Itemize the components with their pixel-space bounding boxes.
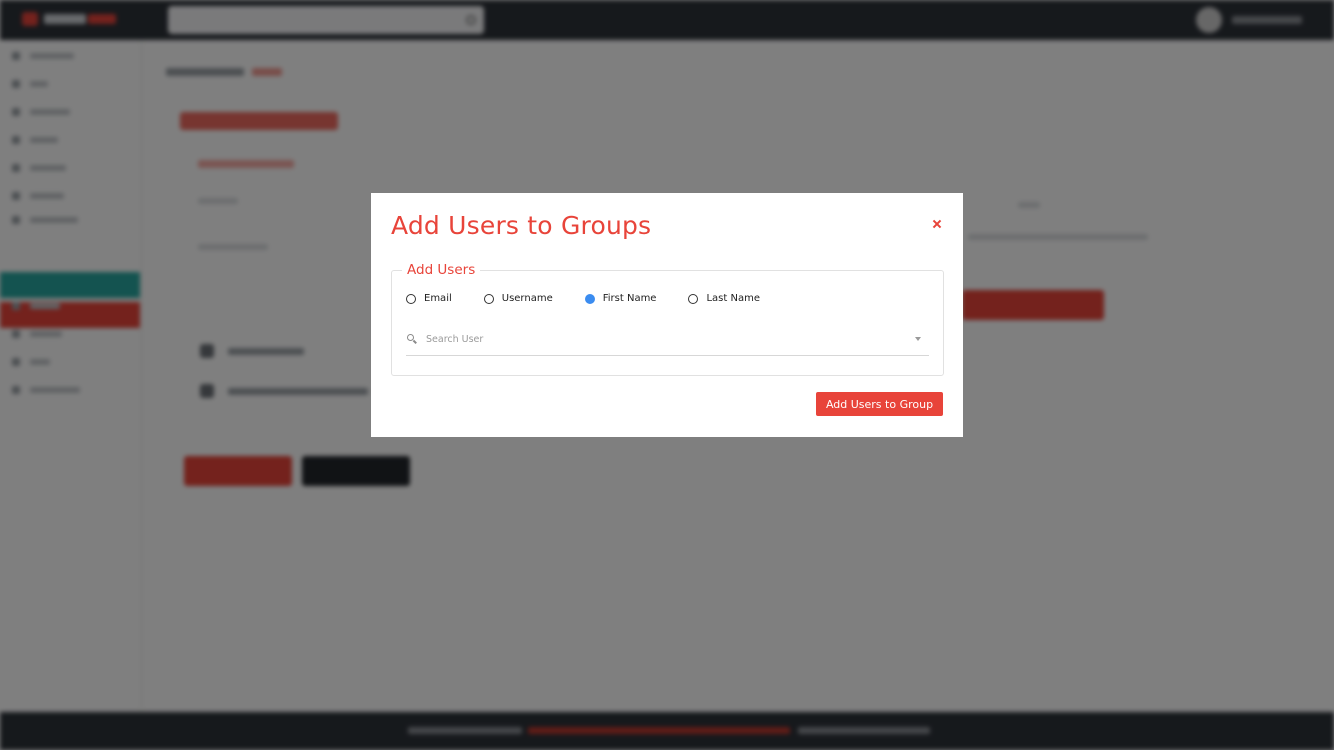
search-user-input[interactable] — [426, 331, 906, 347]
close-icon[interactable] — [930, 217, 944, 231]
radio-label: Username — [501, 293, 553, 304]
radio-button[interactable] — [406, 293, 416, 304]
radio-email[interactable]: Email — [406, 293, 452, 304]
radio-label: First Name — [602, 293, 657, 304]
search-by-radio-group: Email Username First Name Last Name — [406, 293, 792, 304]
caret-down-icon[interactable] — [915, 337, 921, 341]
radio-label: Email — [424, 293, 452, 304]
modal-title: Add Users to Groups — [391, 211, 652, 240]
radio-last-name[interactable]: Last Name — [688, 293, 760, 304]
add-users-section: Add Users Email Username First Name Last… — [391, 262, 944, 376]
add-users-to-group-button[interactable]: Add Users to Group — [816, 392, 943, 416]
search-user-field[interactable] — [406, 331, 929, 356]
radio-button[interactable] — [584, 293, 595, 304]
radio-button[interactable] — [483, 293, 494, 304]
search-icon — [407, 334, 417, 344]
radio-label: Last Name — [706, 293, 760, 304]
radio-first-name[interactable]: First Name — [584, 293, 657, 304]
radio-button[interactable] — [688, 293, 699, 304]
section-legend: Add Users — [402, 262, 481, 278]
radio-username[interactable]: Username — [483, 293, 553, 304]
add-users-modal: Add Users to Groups Add Users Email User… — [371, 193, 963, 437]
